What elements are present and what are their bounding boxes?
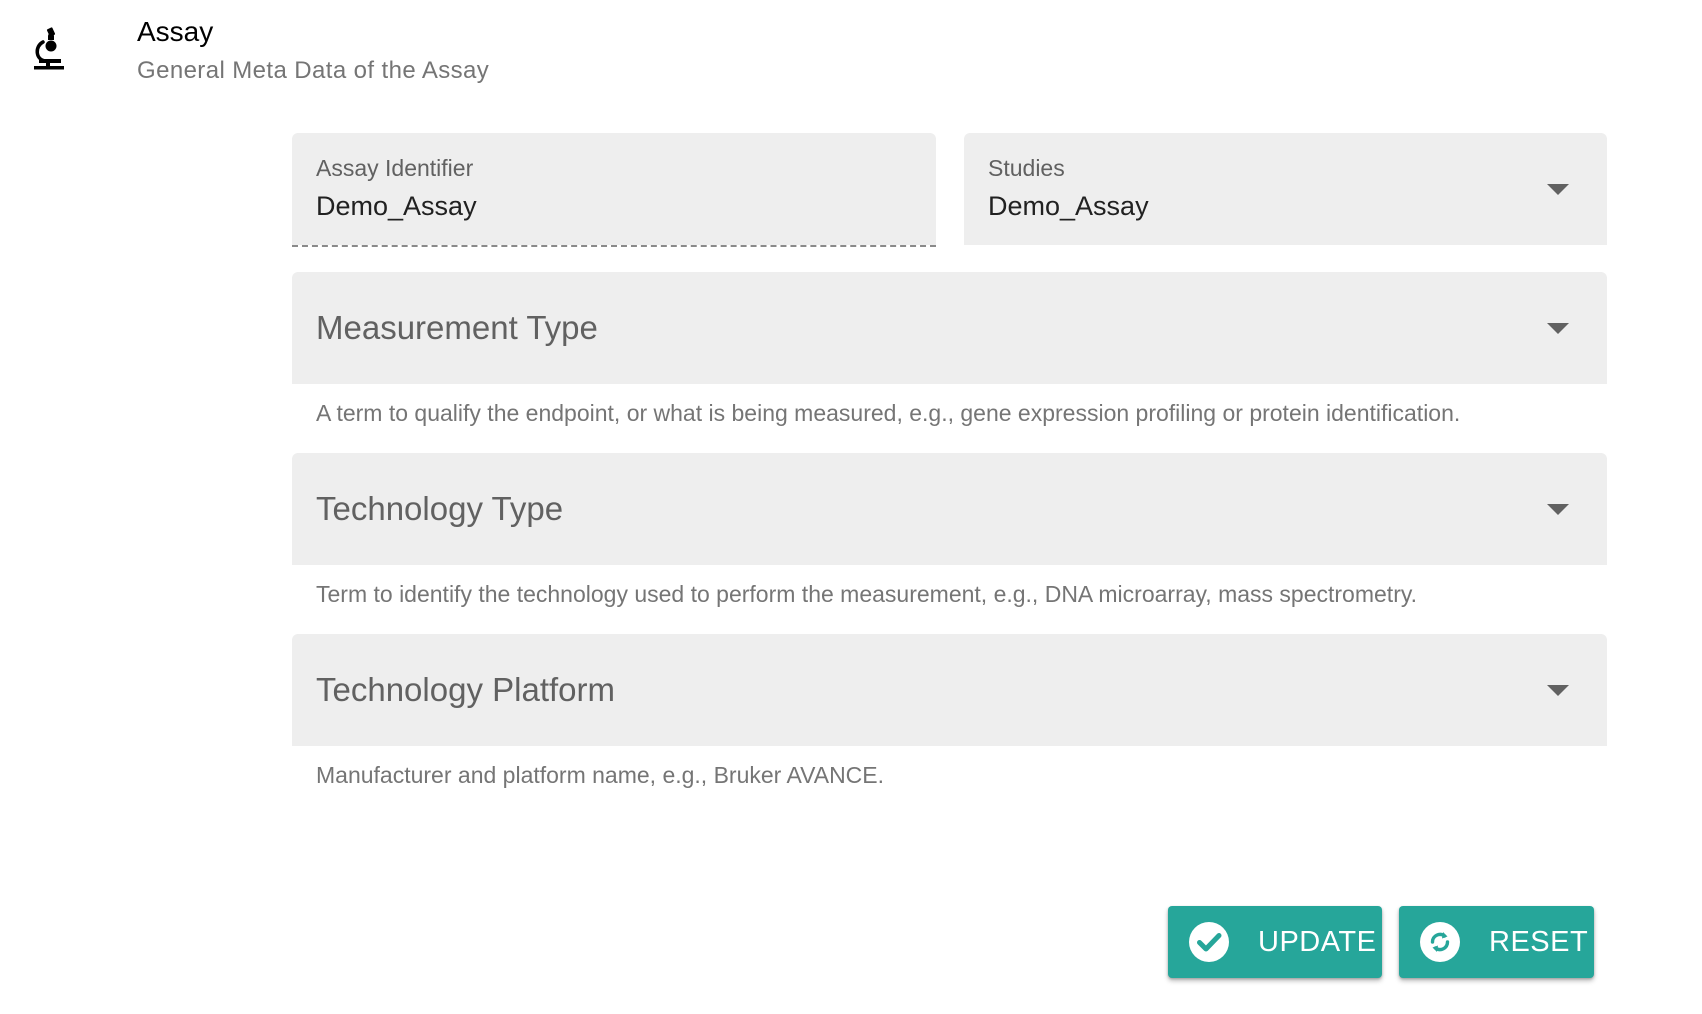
technology-platform-select[interactable]: Technology Platform — [292, 634, 1607, 746]
microscope-icon — [34, 27, 64, 70]
technology-type-hint: Term to identify the technology used to … — [316, 581, 1418, 607]
assay-identifier-underline — [292, 245, 936, 247]
technology-platform-chevron-down-icon[interactable] — [1547, 685, 1569, 696]
assay-identifier-label: Assay Identifier — [316, 155, 474, 181]
measurement-type-hint: A term to qualify the endpoint, or what … — [316, 400, 1461, 426]
studies-value: Demo_Assay — [988, 191, 1149, 221]
page-subtitle: General Meta Data of the Assay — [137, 57, 490, 84]
studies-chevron-down-icon[interactable] — [1547, 184, 1569, 195]
studies-select[interactable]: Studies Demo_Assay — [964, 133, 1607, 245]
technology-platform-hint: Manufacturer and platform name, e.g., Br… — [316, 762, 885, 788]
sync-circle-icon — [1420, 922, 1460, 962]
technology-type-select[interactable]: Technology Type — [292, 453, 1607, 565]
measurement-type-chevron-down-icon[interactable] — [1547, 323, 1569, 334]
reset-button[interactable]: RESET — [1399, 906, 1594, 978]
check-circle-icon — [1189, 922, 1229, 962]
assay-identifier-field[interactable]: Assay Identifier Demo_Assay — [292, 133, 936, 247]
measurement-type-select[interactable]: Measurement Type — [292, 272, 1607, 384]
technology-type-chevron-down-icon[interactable] — [1547, 504, 1569, 515]
measurement-type-label: Measurement Type — [316, 309, 598, 346]
technology-platform-label: Technology Platform — [316, 671, 615, 708]
studies-label: Studies — [988, 155, 1065, 181]
page-title: Assay — [137, 16, 214, 47]
assay-identifier-value[interactable]: Demo_Assay — [316, 189, 477, 223]
assay-page: Assay General Meta Data of the Assay Ass… — [0, 0, 1702, 1014]
reset-button-label: RESET — [1489, 926, 1589, 958]
update-button[interactable]: UPDATE — [1168, 906, 1382, 978]
update-button-label: UPDATE — [1258, 926, 1377, 958]
technology-type-label: Technology Type — [316, 490, 564, 527]
